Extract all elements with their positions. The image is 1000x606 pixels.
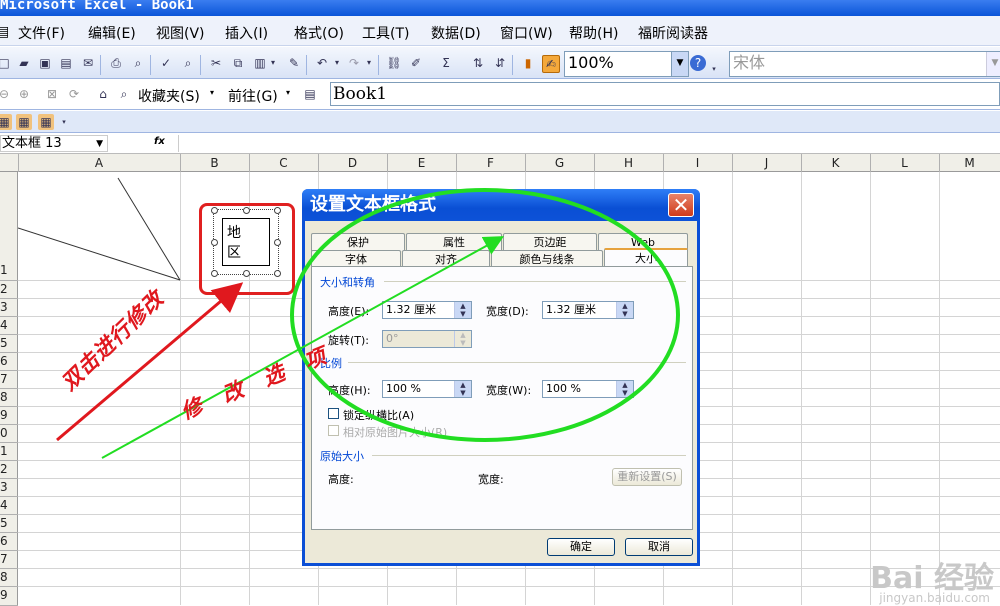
watermark-url: jingyan.baidu.com [879,591,990,605]
green-ellipse [290,188,680,442]
